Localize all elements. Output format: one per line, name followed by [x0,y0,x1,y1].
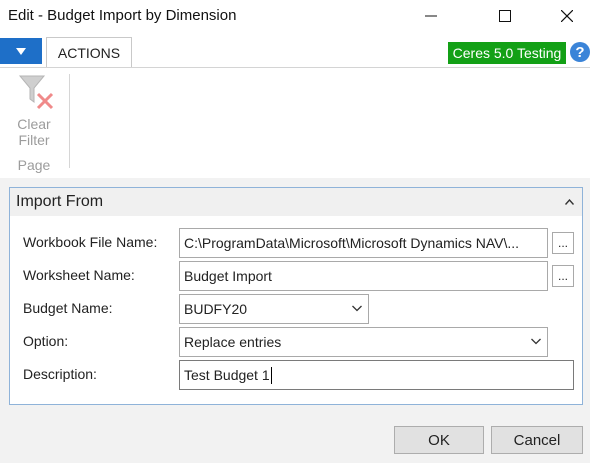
triangle-down-icon [16,47,26,55]
chevron-down-icon [531,338,541,345]
ok-button[interactable]: OK [394,426,484,454]
maximize-button[interactable] [482,0,528,32]
option-label: Option: [23,333,69,349]
text-cursor [270,366,272,384]
minimize-button[interactable] [408,0,454,32]
budget-name-value: BUDFY20 [184,301,248,317]
ribbon-group-separator [69,74,70,168]
help-icon[interactable]: ? [570,42,590,62]
collapse-icon[interactable] [560,192,578,212]
workbook-file-name-field[interactable]: C:\ProgramData\Microsoft\Microsoft Dynam… [179,228,548,258]
workbook-file-lookup-button[interactable]: ... [552,232,574,254]
budget-name-dropdown[interactable]: BUDFY20 [179,294,369,324]
maximize-icon [499,10,511,22]
description-field[interactable]: Test Budget 1 [179,360,574,390]
option-dropdown[interactable]: Replace entries [179,327,548,357]
company-badge: Ceres 5.0 Testing [448,42,566,64]
option-value: Replace entries [184,334,282,350]
description-value: Test Budget 1 [184,367,270,383]
fasttab-title: Import From [16,193,104,210]
clear-filter-button[interactable]: Clear Filter [10,72,58,152]
tab-actions[interactable]: ACTIONS [46,37,132,68]
close-button[interactable] [544,0,590,32]
ribbon-group-label: Page [17,157,51,173]
application-menu-button[interactable] [0,38,42,64]
clear-filter-label-line2: Filter [18,132,50,148]
window-title: Edit - Budget Import by Dimension [8,7,237,24]
workbook-file-name-label: Workbook File Name: [23,234,158,250]
clear-filter-icon [18,75,54,110]
minimize-icon [425,15,437,17]
ribbon-panel [0,68,590,178]
description-label: Description: [23,366,97,382]
cancel-button[interactable]: Cancel [491,426,583,454]
budget-name-label: Budget Name: [23,300,113,316]
worksheet-name-lookup-button[interactable]: ... [552,265,574,287]
worksheet-name-field[interactable]: Budget Import [179,261,548,291]
chevron-down-icon [352,305,362,312]
close-icon [561,10,573,22]
worksheet-name-label: Worksheet Name: [23,267,135,283]
clear-filter-label-line1: Clear [17,116,51,132]
